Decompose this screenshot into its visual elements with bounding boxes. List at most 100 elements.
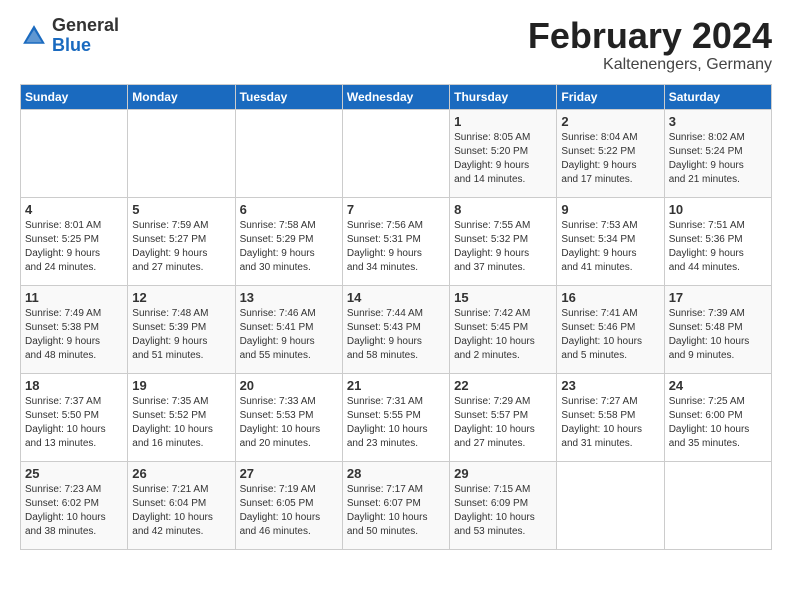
- header-cell-wednesday: Wednesday: [342, 84, 449, 109]
- day-cell: 2Sunrise: 8:04 AM Sunset: 5:22 PM Daylig…: [557, 109, 664, 197]
- day-cell: 20 Sunrise: 7:33 AM Sunset: 5:53 PM Dayli…: [235, 373, 342, 461]
- day-number: 13: [240, 290, 338, 305]
- day-cell: 16Sunrise: 7:41 AM Sunset: 5:46 PM Dayli…: [557, 285, 664, 373]
- header-cell-monday: Monday: [128, 84, 235, 109]
- header-row: SundayMondayTuesdayWednesdayThursdayFrid…: [21, 84, 772, 109]
- day-info: Sunrise: 7:19 AM Sunset: 6:05 PM Dayligh…: [240, 484, 321, 537]
- logo: General Blue: [20, 16, 119, 56]
- day-cell: 3 Sunrise: 8:02 AM Sunset: 5:24 PM Daylig…: [664, 109, 771, 197]
- day-number: 17: [669, 290, 767, 305]
- day-info: Sunrise: 7:39 AM Sunset: 5:48 PM Dayligh…: [669, 308, 750, 361]
- day-number: 12: [132, 290, 230, 305]
- day-info: Sunrise: 8:02 AM Sunset: 5:24 PM Dayligh…: [669, 132, 745, 185]
- day-info: Sunrise: 7:17 AM Sunset: 6:07 PM Dayligh…: [347, 484, 428, 537]
- day-number: 14: [347, 290, 445, 305]
- day-info: Sunrise: 7:56 AM Sunset: 5:31 PM Dayligh…: [347, 220, 423, 273]
- day-cell: 15 Sunrise: 7:42 AM Sunset: 5:45 PM Dayli…: [450, 285, 557, 373]
- day-number: 25: [25, 466, 123, 481]
- day-info: Sunrise: 7:31 AM Sunset: 5:55 PM Dayligh…: [347, 396, 428, 449]
- day-number: 15: [454, 290, 552, 305]
- day-cell: [342, 109, 449, 197]
- day-info: Sunrise: 7:48 AM Sunset: 5:39 PM Dayligh…: [132, 308, 208, 361]
- header-cell-sunday: Sunday: [21, 84, 128, 109]
- day-number: 5: [132, 202, 230, 217]
- calendar-subtitle: Kaltenengers, Germany: [528, 56, 772, 74]
- week-row-5: 25 Sunrise: 7:23 AM Sunset: 6:02 PM Dayli…: [21, 461, 772, 549]
- day-number: 11: [25, 290, 123, 305]
- day-info: Sunrise: 7:51 AM Sunset: 5:36 PM Dayligh…: [669, 220, 745, 273]
- day-number: 23: [561, 378, 659, 393]
- day-number: 20: [240, 378, 338, 393]
- day-info: Sunrise: 8:01 AM Sunset: 5:25 PM Dayligh…: [25, 220, 101, 273]
- day-cell: 26 Sunrise: 7:21 AM Sunset: 6:04 PM Dayli…: [128, 461, 235, 549]
- day-number: 3: [669, 114, 767, 129]
- day-info: Sunrise: 8:05 AM Sunset: 5:20 PM Dayligh…: [454, 132, 530, 185]
- day-number: 29: [454, 466, 552, 481]
- day-info: Sunrise: 7:15 AM Sunset: 6:09 PM Dayligh…: [454, 484, 535, 537]
- day-cell: [664, 461, 771, 549]
- day-number: 28: [347, 466, 445, 481]
- day-info: Sunrise: 7:27 AM Sunset: 5:58 PM Dayligh…: [561, 396, 642, 449]
- day-cell: 24Sunrise: 7:25 AM Sunset: 6:00 PM Dayli…: [664, 373, 771, 461]
- day-cell: 23 Sunrise: 7:27 AM Sunset: 5:58 PM Dayli…: [557, 373, 664, 461]
- day-cell: [21, 109, 128, 197]
- day-cell: 11 Sunrise: 7:49 AM Sunset: 5:38 PM Dayli…: [21, 285, 128, 373]
- day-number: 27: [240, 466, 338, 481]
- logo-text: General Blue: [52, 16, 119, 56]
- calendar-table: SundayMondayTuesdayWednesdayThursdayFrid…: [20, 84, 772, 550]
- day-cell: 5Sunrise: 7:59 AM Sunset: 5:27 PM Daylig…: [128, 197, 235, 285]
- calendar-title: February 2024: [528, 16, 772, 56]
- day-cell: 18 Sunrise: 7:37 AM Sunset: 5:50 PM Dayli…: [21, 373, 128, 461]
- day-info: Sunrise: 8:04 AM Sunset: 5:22 PM Dayligh…: [561, 132, 637, 185]
- day-cell: 13 Sunrise: 7:46 AM Sunset: 5:41 PM Dayli…: [235, 285, 342, 373]
- day-cell: 17 Sunrise: 7:39 AM Sunset: 5:48 PM Dayli…: [664, 285, 771, 373]
- day-info: Sunrise: 7:23 AM Sunset: 6:02 PM Dayligh…: [25, 484, 106, 537]
- day-cell: 25 Sunrise: 7:23 AM Sunset: 6:02 PM Dayli…: [21, 461, 128, 549]
- day-cell: 10 Sunrise: 7:51 AM Sunset: 5:36 PM Dayli…: [664, 197, 771, 285]
- week-row-4: 18 Sunrise: 7:37 AM Sunset: 5:50 PM Dayli…: [21, 373, 772, 461]
- day-cell: 12 Sunrise: 7:48 AM Sunset: 5:39 PM Dayli…: [128, 285, 235, 373]
- day-info: Sunrise: 7:35 AM Sunset: 5:52 PM Dayligh…: [132, 396, 213, 449]
- day-cell: 7 Sunrise: 7:56 AM Sunset: 5:31 PM Daylig…: [342, 197, 449, 285]
- day-number: 21: [347, 378, 445, 393]
- day-number: 18: [25, 378, 123, 393]
- day-number: 4: [25, 202, 123, 217]
- day-cell: [557, 461, 664, 549]
- day-number: 9: [561, 202, 659, 217]
- header-cell-friday: Friday: [557, 84, 664, 109]
- week-row-2: 4 Sunrise: 8:01 AM Sunset: 5:25 PM Daylig…: [21, 197, 772, 285]
- day-number: 6: [240, 202, 338, 217]
- day-cell: 27 Sunrise: 7:19 AM Sunset: 6:05 PM Dayli…: [235, 461, 342, 549]
- day-cell: 22Sunrise: 7:29 AM Sunset: 5:57 PM Dayli…: [450, 373, 557, 461]
- day-info: Sunrise: 7:25 AM Sunset: 6:00 PM Dayligh…: [669, 396, 750, 449]
- day-cell: 9 Sunrise: 7:53 AM Sunset: 5:34 PM Daylig…: [557, 197, 664, 285]
- day-info: Sunrise: 7:29 AM Sunset: 5:57 PM Dayligh…: [454, 396, 535, 449]
- logo-blue: Blue: [52, 36, 119, 56]
- day-cell: [128, 109, 235, 197]
- day-number: 8: [454, 202, 552, 217]
- day-cell: 28 Sunrise: 7:17 AM Sunset: 6:07 PM Dayli…: [342, 461, 449, 549]
- day-number: 7: [347, 202, 445, 217]
- day-number: 1: [454, 114, 552, 129]
- day-info: Sunrise: 7:21 AM Sunset: 6:04 PM Dayligh…: [132, 484, 213, 537]
- day-info: Sunrise: 7:33 AM Sunset: 5:53 PM Dayligh…: [240, 396, 321, 449]
- day-cell: [235, 109, 342, 197]
- day-info: Sunrise: 7:49 AM Sunset: 5:38 PM Dayligh…: [25, 308, 101, 361]
- day-cell: 14 Sunrise: 7:44 AM Sunset: 5:43 PM Dayli…: [342, 285, 449, 373]
- header-cell-tuesday: Tuesday: [235, 84, 342, 109]
- day-number: 26: [132, 466, 230, 481]
- day-cell: 6Sunrise: 7:58 AM Sunset: 5:29 PM Daylig…: [235, 197, 342, 285]
- day-info: Sunrise: 7:44 AM Sunset: 5:43 PM Dayligh…: [347, 308, 423, 361]
- day-info: Sunrise: 7:55 AM Sunset: 5:32 PM Dayligh…: [454, 220, 530, 273]
- day-number: 10: [669, 202, 767, 217]
- header-cell-thursday: Thursday: [450, 84, 557, 109]
- day-cell: 8 Sunrise: 7:55 AM Sunset: 5:32 PM Daylig…: [450, 197, 557, 285]
- week-row-1: 1 Sunrise: 8:05 AM Sunset: 5:20 PM Daylig…: [21, 109, 772, 197]
- day-info: Sunrise: 7:42 AM Sunset: 5:45 PM Dayligh…: [454, 308, 535, 361]
- day-info: Sunrise: 7:46 AM Sunset: 5:41 PM Dayligh…: [240, 308, 316, 361]
- day-info: Sunrise: 7:37 AM Sunset: 5:50 PM Dayligh…: [25, 396, 106, 449]
- page-header: General Blue February 2024 Kaltenengers,…: [20, 16, 772, 74]
- day-cell: 21 Sunrise: 7:31 AM Sunset: 5:55 PM Dayli…: [342, 373, 449, 461]
- day-info: Sunrise: 7:53 AM Sunset: 5:34 PM Dayligh…: [561, 220, 637, 273]
- day-cell: 19Sunrise: 7:35 AM Sunset: 5:52 PM Dayli…: [128, 373, 235, 461]
